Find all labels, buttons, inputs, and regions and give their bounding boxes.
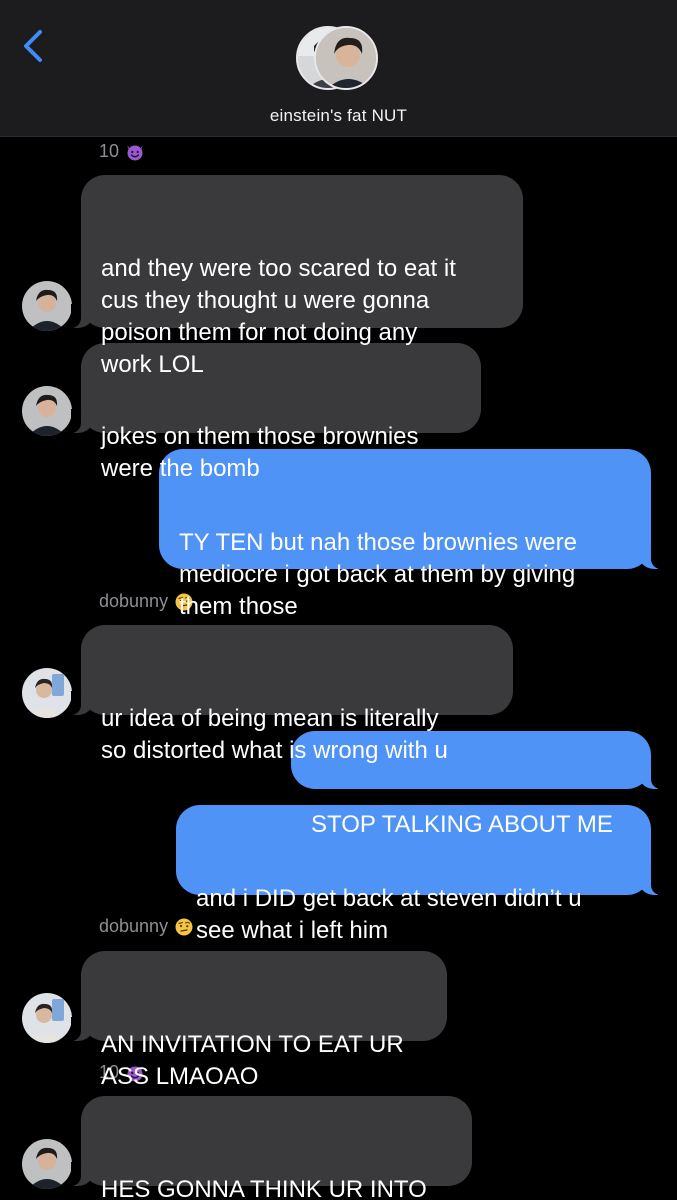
smiling-imp-emoji-icon: [127, 144, 144, 160]
message-text: STOP TALKING ABOUT ME: [311, 811, 613, 838]
sender-name: dobunny: [99, 591, 169, 611]
back-button[interactable]: [18, 26, 50, 66]
message-bubble-incoming[interactable]: AN INVITATION TO EAT UR ASS LMAOAO: [71, 951, 447, 1090]
avatar[interactable]: [22, 386, 72, 436]
avatar[interactable]: [22, 1139, 72, 1189]
sender-label: dobunny: [99, 916, 194, 937]
message-text: TY TEN but nah those brownies were medio…: [179, 529, 577, 620]
chat-title[interactable]: einstein's fat NUT: [0, 106, 677, 126]
group-avatar[interactable]: [296, 26, 384, 92]
chevron-left-icon: [24, 30, 42, 62]
sender-label: 10: [99, 141, 145, 162]
message-text: and i DID get back at steven didn’t u se…: [196, 885, 582, 944]
message-bubble-incoming[interactable]: HES GONNA THINK UR INTO HIM LOL: [71, 1096, 472, 1200]
message-text: ur idea of being mean is literally so di…: [101, 705, 448, 764]
message-text: jokes on them those brownies were the bo…: [101, 423, 419, 482]
chat-header: einstein's fat NUT: [0, 0, 677, 137]
message-bubble-incoming[interactable]: ur idea of being mean is literally so di…: [71, 625, 513, 764]
sender-name: 10: [99, 141, 120, 161]
message-text: AN INVITATION TO EAT UR ASS LMAOAO: [101, 1031, 404, 1090]
group-member-avatar: [314, 26, 378, 90]
avatar[interactable]: [22, 668, 72, 718]
avatar[interactable]: [22, 281, 72, 331]
sender-name: dobunny: [99, 916, 169, 936]
message-bubble-incoming[interactable]: and they were too scared to eat it cus t…: [71, 175, 523, 378]
message-text: and they were too scared to eat it cus t…: [101, 255, 456, 378]
raised-eyebrow-emoji-icon: [175, 918, 193, 935]
chat-screen: einstein's fat NUT 10 and they were too …: [0, 0, 677, 1200]
message-text: HES GONNA THINK UR INTO HIM LOL: [101, 1176, 427, 1200]
avatar[interactable]: [22, 993, 72, 1043]
